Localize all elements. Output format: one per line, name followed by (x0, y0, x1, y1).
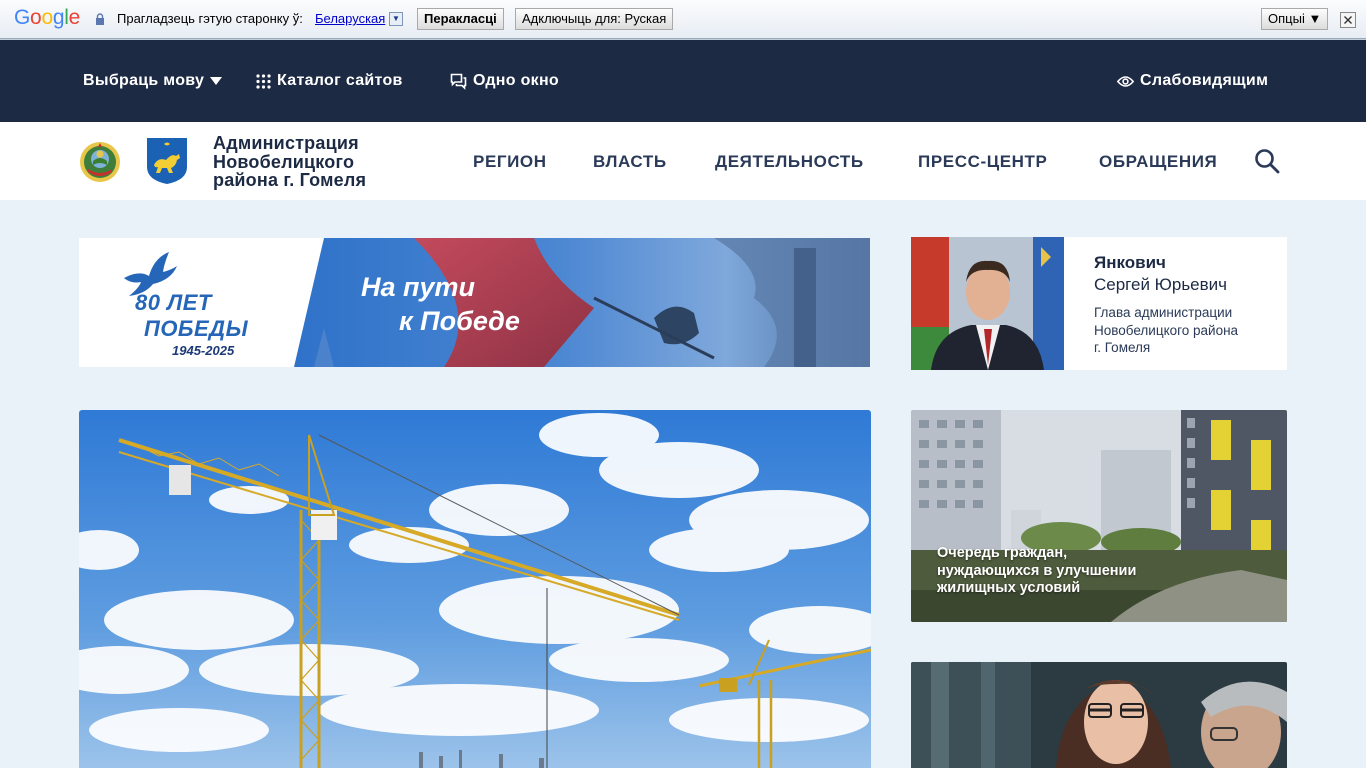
language-selector-label: Выбраць мову (83, 72, 205, 89)
head-surname: Янкович (1094, 253, 1166, 272)
lock-icon (96, 13, 104, 25)
banner-photo (294, 238, 870, 367)
translate-button[interactable]: Перакласці (417, 8, 504, 30)
caret-down-icon (210, 77, 223, 85)
google-logo: Google (14, 6, 80, 29)
catalog-label: Каталог сайтов (277, 72, 403, 89)
one-window-label: Одно окно (473, 72, 560, 89)
menu-appeals[interactable]: ОБРАЩЕНИЯ (1099, 153, 1217, 171)
head-portrait (911, 237, 1064, 370)
one-window-link[interactable]: Одно окно (450, 71, 559, 91)
head-position-line1: Глава администрации (1094, 305, 1233, 320)
head-position-line3: г. Гомеля (1094, 340, 1151, 355)
low-vision-label: Слабовидящим (1140, 72, 1269, 89)
language-dropdown-icon[interactable]: ▼ (389, 12, 403, 26)
eye-icon (1117, 75, 1134, 87)
head-card[interactable]: Янкович Сергей Юрьевич Глава администрац… (911, 237, 1287, 370)
housing-queue-text: Очередь граждан, нуждающихся в улучшении… (937, 545, 1136, 598)
construction-cranes-image (79, 410, 871, 768)
city-coat-of-arms-icon[interactable] (146, 137, 188, 185)
head-position-line2: Новобелицкого района (1094, 322, 1239, 338)
top-nav: Выбраць мову Каталог сайтов Одно окно Сл… (0, 40, 1366, 122)
site-header: Администрация Новобелицкого района г. Го… (0, 122, 1366, 200)
site-title-line3: района г. Гомеля (213, 170, 367, 190)
translate-language-link[interactable]: Беларуская (315, 11, 385, 27)
banner-victory: ПОБЕДЫ (144, 316, 249, 341)
head-position: Глава администрации Новобелицкого района… (1094, 304, 1274, 357)
housing-queue-card[interactable]: Очередь граждан, нуждающихся в улучшении… (911, 410, 1287, 622)
consultation-card[interactable] (911, 662, 1287, 768)
language-selector[interactable]: Выбраць мову (83, 71, 223, 91)
site-title-line1: Администрация (213, 133, 359, 153)
housing-queue-line3: жилищных условий (937, 580, 1081, 596)
translate-prompt: Прагладзець гэтую старонку ў: (117, 11, 303, 26)
banner-years-range: 1945-2025 (172, 343, 235, 358)
housing-queue-line2: нуждающихся в улучшении (937, 562, 1137, 579)
options-button[interactable]: Опцыі ▼ (1261, 8, 1329, 30)
consultation-photo (911, 662, 1287, 768)
disable-translate-button[interactable]: Адключыць для: Руская (515, 8, 674, 30)
site-title[interactable]: Администрация Новобелицкого района г. Го… (213, 134, 366, 190)
close-icon[interactable] (1340, 12, 1356, 28)
victory-banner[interactable]: 80 ЛЕТ ПОБЕДЫ 1945-2025 На пути к Победе (79, 238, 870, 367)
search-icon[interactable] (1254, 148, 1280, 174)
menu-power[interactable]: ВЛАСТЬ (593, 153, 667, 171)
translate-bar: Google Прагладзець гэтую старонку ў: Бел… (0, 0, 1366, 40)
housing-queue-line1: Очередь граждан, (937, 545, 1068, 561)
banner-slogan-line2: к Победе (399, 306, 520, 336)
menu-press-center[interactable]: ПРЕСС-ЦЕНТР (918, 153, 1047, 171)
banner-slogan-line1: На пути (361, 272, 476, 302)
chat-icon (450, 73, 467, 90)
site-title-line2: Новобелицкого (213, 151, 355, 172)
grid-icon (256, 73, 271, 89)
head-name: Сергей Юрьевич (1094, 275, 1228, 294)
main-news-photo[interactable] (79, 410, 871, 768)
catalog-link[interactable]: Каталог сайтов (256, 71, 403, 91)
menu-region[interactable]: РЕГИОН (473, 153, 547, 171)
state-emblem-icon[interactable] (79, 141, 121, 183)
banner-years: 80 ЛЕТ (135, 290, 212, 315)
menu-activity[interactable]: ДЕЯТЕЛЬНОСТЬ (715, 153, 864, 171)
low-vision-link[interactable]: Слабовидящим (1117, 71, 1268, 91)
